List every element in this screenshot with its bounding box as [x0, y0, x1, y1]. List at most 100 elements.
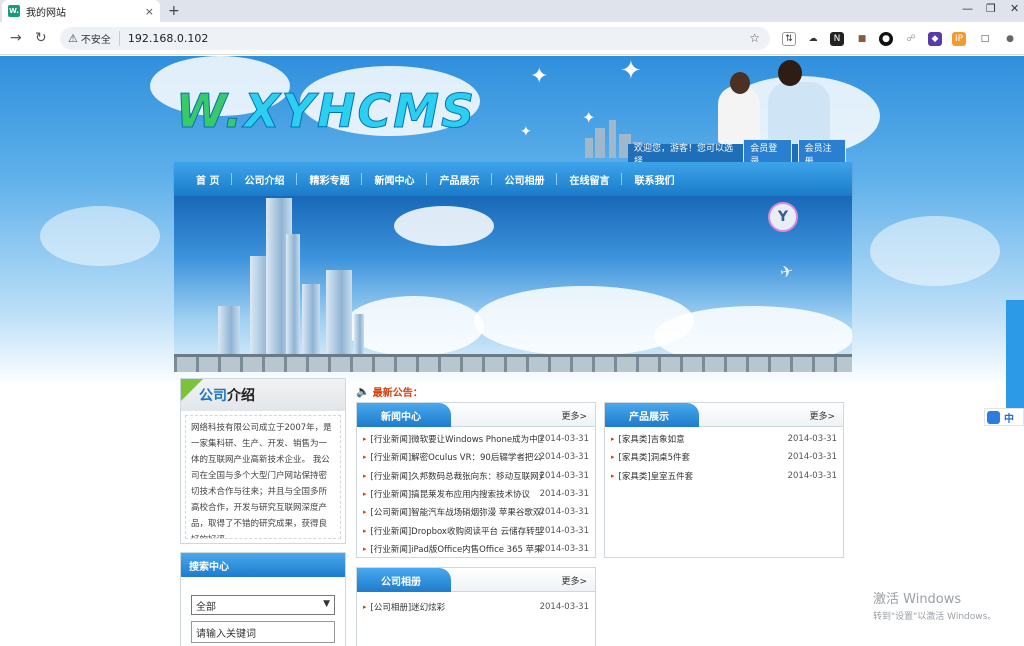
- news-row[interactable]: ▸ [公司新闻]智能汽车战场硝烟弥漫 苹果谷歌双雄 2014-03-31: [357, 503, 595, 521]
- announcement-label: 最新公告：: [372, 388, 423, 399]
- news-row[interactable]: ▸ [行业新闻]解密Oculus VR：90后辍学者把公司卖 2014-03-31: [357, 448, 595, 466]
- watermark-line-1: 激活 Windows: [873, 592, 962, 607]
- search-panel-title: 搜索中心: [181, 553, 345, 577]
- bullet-icon: ▸: [363, 471, 367, 480]
- bullet-icon: ▸: [611, 453, 615, 462]
- news-row-title[interactable]: [行业新闻]搞昆莱发布应用内搜索技术协议: [371, 488, 543, 500]
- album-more-link[interactable]: 更多>: [561, 574, 587, 587]
- news-row[interactable]: ▸ [行业新闻]搞昆莱发布应用内搜索技术协议 2014-03-31: [357, 485, 595, 503]
- nav-item-about[interactable]: 公司介绍: [232, 172, 296, 187]
- ime-language-label: 中: [1004, 413, 1014, 425]
- album-row[interactable]: ▸ [公司相册]迷幻炫彩 2014-03-31: [357, 598, 595, 616]
- news-row-date: 2014-03-31: [539, 489, 589, 500]
- bullet-icon: ▸: [611, 471, 615, 480]
- windows-activation-watermark: 激活 Windows 转到"设置"以激活 Windows。: [873, 588, 996, 622]
- shield-extension-icon[interactable]: ◆: [928, 32, 942, 46]
- chevron-down-icon: ▼: [323, 599, 330, 609]
- search-keyword-input[interactable]: 请输入关键词: [191, 621, 335, 643]
- ime-language-widget[interactable]: 中: [984, 408, 1024, 426]
- building-decoration: [326, 270, 352, 354]
- warning-icon[interactable]: ⚠: [68, 32, 78, 45]
- restore-icon[interactable]: ❐: [986, 2, 996, 15]
- announcement-bar: 🔈 最新公告：: [356, 384, 423, 399]
- hot-corner-icon: [181, 379, 203, 401]
- news-row-date: 2014-03-31: [539, 525, 589, 536]
- watermark-line-2: 转到"设置"以激活 Windows。: [873, 612, 997, 622]
- cloud-decoration: [40, 206, 160, 266]
- n-extension-icon[interactable]: N: [830, 32, 844, 46]
- site-favicon-icon: W.: [8, 5, 20, 17]
- cloud-extension-icon[interactable]: ☁: [806, 32, 820, 46]
- extensions-menu-icon[interactable]: □: [978, 32, 992, 46]
- album-header: 公司相册 更多>: [357, 568, 595, 592]
- news-row-title[interactable]: [行业新闻]解密Oculus VR：90后辍学者把公司卖: [371, 451, 543, 463]
- cloud-decoration: [870, 216, 1000, 286]
- window-close-icon[interactable]: ✕: [1010, 2, 1019, 15]
- logo-mark: W.: [175, 84, 245, 139]
- product-row-title[interactable]: [家具类]吉象如意: [619, 433, 791, 445]
- product-row[interactable]: ▸ [家具类]吉象如意 2014-03-31: [605, 430, 843, 448]
- extension-icon[interactable]: ⇅: [782, 32, 796, 46]
- forward-icon[interactable]: →: [10, 30, 22, 46]
- album-row-date: 2014-03-31: [539, 602, 589, 613]
- link-extension-icon[interactable]: ☍: [904, 32, 918, 46]
- tab-close-icon[interactable]: ×: [145, 5, 154, 18]
- news-row[interactable]: ▸ [行业新闻]久邦数码总裁张向东：移动互联网竞 2014-03-31: [357, 467, 595, 485]
- product-row-title[interactable]: [家具类]洞桌5件套: [619, 451, 791, 463]
- company-intro-text: 网络科技有限公司成立于2007年，是一家集科研、生产、开发、销售为一体的互联网产…: [185, 415, 341, 539]
- products-title: 产品展示: [605, 403, 699, 427]
- news-row-title[interactable]: [行业新闻]iPad版Office内售Office 365 苹果抽成: [371, 543, 543, 555]
- browser-tabbar: W. 我的网站 × + — ❐ ✕: [0, 0, 1024, 22]
- search-category-select[interactable]: 全部 ▼: [191, 595, 335, 615]
- nav-item-guestbook[interactable]: 在线留言: [557, 172, 621, 187]
- search-category-value: 全部: [196, 601, 216, 613]
- badge-extension-icon[interactable]: ●: [879, 32, 893, 46]
- url-omnibox[interactable]: ⚠ 不安全 192.168.0.102 ☆: [60, 27, 770, 50]
- news-row-date: 2014-03-31: [539, 543, 589, 554]
- nav-item-album[interactable]: 公司相册: [492, 172, 556, 187]
- profile-icon[interactable]: ●: [1003, 32, 1017, 46]
- nav-item-contact[interactable]: 联系我们: [622, 172, 686, 187]
- dove-icon: ✦: [620, 56, 642, 86]
- bookmark-star-icon[interactable]: ☆: [749, 31, 760, 45]
- nav-item-products[interactable]: 产品展示: [427, 172, 491, 187]
- minimize-icon[interactable]: —: [962, 2, 973, 15]
- bullet-icon: ▸: [363, 508, 367, 517]
- reload-icon[interactable]: ↻: [35, 30, 47, 46]
- browser-tab[interactable]: W. 我的网站 ×: [2, 0, 160, 22]
- security-label[interactable]: 不安全: [81, 31, 120, 46]
- news-row-title[interactable]: [行业新闻]久邦数码总裁张向东：移动互联网竞: [371, 470, 543, 482]
- assistant-badge-icon[interactable]: Y: [768, 202, 798, 232]
- product-row-date: 2014-03-31: [787, 470, 837, 481]
- news-more-link[interactable]: 更多>: [561, 409, 587, 422]
- puzzle-extension-icon[interactable]: ■: [855, 32, 869, 46]
- floating-side-tab[interactable]: [1006, 300, 1024, 408]
- news-row-date: 2014-03-31: [539, 470, 589, 481]
- news-row-title[interactable]: [行业新闻]微软要让Windows Phone成为中国手: [371, 433, 543, 445]
- product-row-title[interactable]: [家具类]皇室五件套: [619, 470, 791, 482]
- main-nav: 首 页 公司介绍 精彩专题 新闻中心 产品展示 公司相册 在线留言 联系我们: [174, 162, 852, 196]
- news-row-title[interactable]: [公司新闻]智能汽车战场硝烟弥漫 苹果谷歌双雄: [371, 506, 543, 518]
- site-logo[interactable]: W.XYHCMS: [175, 84, 476, 139]
- album-row-title[interactable]: [公司相册]迷幻炫彩: [371, 601, 543, 613]
- boy-head: [778, 60, 802, 86]
- news-row[interactable]: ▸ [行业新闻]Dropbox收购阅读平台 云储存转型内 2014-03-31: [357, 521, 595, 539]
- new-tab-icon[interactable]: +: [168, 3, 180, 19]
- product-row[interactable]: ▸ [家具类]皇室五件套 2014-03-31: [605, 467, 843, 485]
- bridge-decoration: [174, 354, 852, 372]
- girl-figure: [718, 86, 760, 144]
- nav-item-news[interactable]: 新闻中心: [362, 172, 426, 187]
- album-panel: 公司相册 更多> ▸ [公司相册]迷幻炫彩 2014-03-31: [356, 567, 596, 646]
- products-more-link[interactable]: 更多>: [809, 409, 835, 422]
- product-row[interactable]: ▸ [家具类]洞桌5件套 2014-03-31: [605, 448, 843, 466]
- url-text[interactable]: 192.168.0.102: [128, 32, 208, 45]
- news-row[interactable]: ▸ [行业新闻]iPad版Office内售Office 365 苹果抽成 2014-…: [357, 540, 595, 558]
- ip-extension-icon[interactable]: IP: [952, 32, 966, 46]
- news-row[interactable]: ▸ [行业新闻]微软要让Windows Phone成为中国手 2014-03-31: [357, 430, 595, 448]
- product-row-date: 2014-03-31: [787, 452, 837, 463]
- news-row-title[interactable]: [行业新闻]Dropbox收购阅读平台 云储存转型内: [371, 525, 543, 537]
- nav-item-home[interactable]: 首 页: [184, 172, 231, 187]
- cloud-decoration: [394, 206, 494, 246]
- nav-item-topics[interactable]: 精彩专题: [297, 172, 361, 187]
- building-decoration: [286, 234, 300, 354]
